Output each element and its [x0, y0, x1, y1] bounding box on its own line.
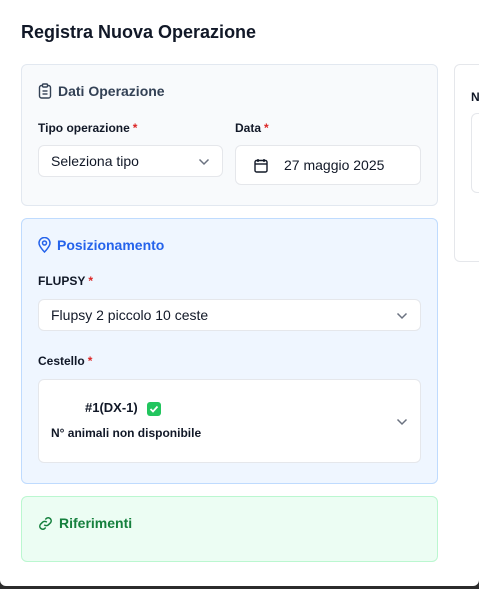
riferimenti-card: Riferimenti: [21, 496, 438, 562]
data-picker-button[interactable]: 27 maggio 2025: [235, 145, 421, 185]
tipo-operazione-label: Tipo operazione *: [38, 121, 138, 135]
cestello-value-row: #1(DX-1): [85, 400, 162, 416]
cestello-value: #1(DX-1): [85, 400, 138, 415]
chevron-down-icon: [198, 153, 210, 169]
dialog-title: Registra Nuova Operazione: [21, 22, 257, 42]
side-panel-label: N: [471, 90, 479, 104]
clipboard-icon: [38, 83, 52, 99]
flupsy-value: Flupsy 2 piccolo 10 ceste: [51, 307, 209, 323]
chevron-down-icon: [396, 307, 408, 323]
flupsy-label: FLUPSY *: [38, 274, 94, 288]
check-icon: [147, 401, 162, 416]
dati-operazione-header: Dati Operazione: [38, 83, 165, 99]
posizionamento-card: Posizionamento FLUPSY * Flupsy 2 piccolo …: [21, 218, 438, 484]
flupsy-select[interactable]: Flupsy 2 piccolo 10 ceste: [38, 299, 421, 331]
map-pin-icon: [38, 237, 51, 253]
side-panel-card: N: [454, 64, 479, 262]
chevron-down-icon: [396, 413, 408, 429]
data-label: Data *: [235, 121, 269, 135]
riferimenti-title: Riferimenti: [59, 515, 133, 531]
riferimenti-header: Riferimenti: [38, 515, 132, 531]
tipo-operazione-select[interactable]: Seleziona tipo: [38, 145, 223, 177]
link-icon: [38, 516, 53, 531]
cestello-subtext: N° animali non disponibile: [51, 426, 202, 440]
dati-operazione-title: Dati Operazione: [58, 83, 165, 99]
posizionamento-title: Posizionamento: [57, 237, 165, 253]
cestello-label: Cestello *: [38, 354, 93, 368]
cestello-select[interactable]: #1(DX-1) N° animali non disponibile: [38, 379, 421, 463]
side-panel-field[interactable]: [471, 113, 479, 193]
calendar-icon: [254, 158, 268, 173]
dati-operazione-card: Dati Operazione Tipo operazione * Selezio…: [21, 64, 438, 206]
tipo-operazione-value: Seleziona tipo: [51, 153, 139, 169]
operation-dialog: Registra Nuova Operazione Dati Operazion…: [0, 0, 479, 586]
data-value: 27 maggio 2025: [284, 157, 385, 173]
posizionamento-header: Posizionamento: [38, 237, 164, 253]
